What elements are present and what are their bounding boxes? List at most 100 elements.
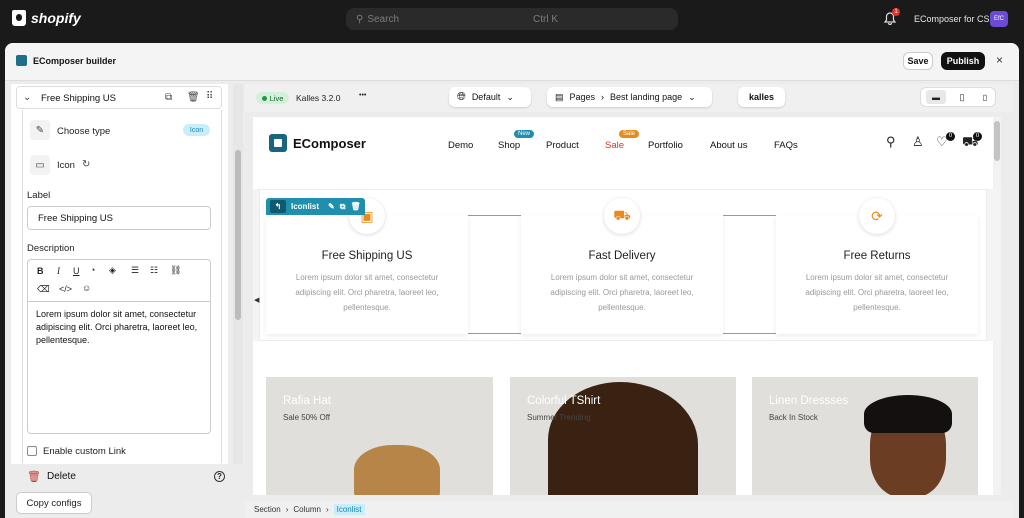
eraser-icon[interactable]: ⌫ <box>37 284 50 295</box>
live-dot-icon <box>261 95 267 101</box>
scrollbar-thumb[interactable] <box>994 121 1000 161</box>
product-banner[interactable]: Linen Dressses Back In Stock <box>752 377 978 495</box>
shopify-bag-icon <box>12 10 26 26</box>
code-icon[interactable]: </> <box>59 284 72 294</box>
search-shortcut: Ctrl K <box>533 13 558 25</box>
avatar[interactable]: EfC <box>990 11 1008 27</box>
bold-icon[interactable]: B <box>37 266 44 276</box>
publish-button[interactable]: Publish <box>941 52 985 70</box>
element-toolbar[interactable]: ↰ Iconlist ✎ ⧉ 🗑 <box>266 198 365 215</box>
link-icon[interactable]: ⛓ <box>170 265 181 276</box>
duplicate-icon[interactable]: ⧉ <box>165 92 172 103</box>
item-title: Free Shipping US <box>41 93 116 104</box>
tablet-icon[interactable]: ▯ <box>952 90 972 104</box>
model-hair <box>864 395 952 433</box>
search-icon: ⚲ <box>356 13 364 25</box>
fill-color-icon[interactable]: ◈ <box>109 265 116 276</box>
item-description: Lorem ipsum dolor sit amet, consectetur … <box>805 273 949 312</box>
chevron-down-icon[interactable]: ⌄ <box>23 92 31 103</box>
drag-handle-icon[interactable]: ⠿ <box>206 91 213 102</box>
breadcrumb-item[interactable]: Column <box>293 505 321 514</box>
banner-title: Rafia Hat <box>283 395 331 407</box>
item-description: Lorem ipsum dolor sit amet, consectetur … <box>550 273 694 312</box>
banner-title: Colorful TShirt <box>527 395 601 407</box>
nav-product[interactable]: Product <box>546 140 579 151</box>
ecomposer-logo-icon <box>269 134 287 152</box>
duplicate-icon[interactable]: ⧉ <box>340 202 346 212</box>
product-banner[interactable]: Rafia Hat Sale 50% Off <box>266 377 493 495</box>
nav-sale[interactable]: Sale <box>605 140 624 151</box>
product-banner[interactable]: Colorful TShirt Summer Trending <box>510 377 736 495</box>
collapse-arrow-icon[interactable]: ◀ <box>254 296 259 304</box>
nav-demo[interactable]: Demo <box>448 140 473 151</box>
pencil-icon[interactable]: ✎ <box>328 202 335 211</box>
chevron-down-icon: ⌄ <box>506 91 514 102</box>
help-icon[interactable]: ? <box>214 471 225 482</box>
nav-shop[interactable]: Shop <box>498 140 520 151</box>
italic-icon[interactable]: I <box>57 266 60 276</box>
breadcrumb-item[interactable]: Section <box>254 505 281 514</box>
item-header[interactable]: ⌄ Free Shipping US ⧉ 🗑 ⠿ <box>16 86 222 109</box>
pencil-icon: ✎ <box>30 120 50 140</box>
cart-count: 0 <box>973 132 982 141</box>
search-icon[interactable]: ⚲ <box>886 134 896 150</box>
banner-title: Linen Dressses <box>769 395 849 407</box>
site-logo[interactable]: EComposer <box>269 134 366 152</box>
item-description: Lorem ipsum dolor sit amet, consectetur … <box>295 273 439 312</box>
store-name[interactable]: EComposer for CS <box>914 14 990 24</box>
item-title: Free Shipping US <box>321 250 413 262</box>
theme-version: Kalles 3.2.0 <box>296 93 341 103</box>
panel-scrollbar[interactable] <box>233 84 243 464</box>
description-editor[interactable]: Lorem ipsum dolor sit amet, consectetur … <box>27 302 211 434</box>
builder-title: EComposer builder <box>16 55 116 66</box>
scrollbar-thumb[interactable] <box>235 150 241 320</box>
nav-portfolio[interactable]: Portfolio <box>648 140 683 151</box>
new-badge: New <box>514 130 535 138</box>
more-icon[interactable]: ••• <box>359 92 366 99</box>
item-title: Fast Delivery <box>588 250 656 262</box>
search-bar[interactable]: ⚲ Search Ctrl K <box>346 8 678 30</box>
trash-icon[interactable]: 🗑 <box>350 202 360 211</box>
custom-link-checkbox[interactable] <box>27 446 37 456</box>
unordered-list-icon[interactable]: ☷ <box>150 265 158 276</box>
theme-logo[interactable]: kalles <box>738 87 785 107</box>
palette-icon[interactable]: ◔ <box>90 265 95 275</box>
choose-type-label: Choose type <box>57 126 111 137</box>
trash-icon[interactable]: 🗑 <box>187 92 200 103</box>
pages-dropdown[interactable]: ▤ Pages › Best landing page ⌄ <box>547 87 712 107</box>
rich-text-toolbar: B I U ◔ ◈ ☰ ☷ ⛓ ⌫ </> ☺ <box>27 259 211 302</box>
close-icon[interactable]: × <box>996 53 1003 67</box>
nav-faqs[interactable]: FAQs <box>774 140 798 151</box>
ordered-list-icon[interactable]: ☰ <box>131 265 139 276</box>
view-dropdown[interactable]: 🌐︎ Default ⌄ <box>449 87 531 107</box>
bell-icon[interactable]: 1 <box>883 8 900 26</box>
type-chip[interactable]: Icon <box>183 124 210 136</box>
globe-icon: 🌐︎ <box>457 90 466 103</box>
copy-configs-button[interactable]: Copy configs <box>16 492 92 514</box>
breadcrumb-item-current[interactable]: Iconlist <box>333 504 365 515</box>
custom-link-label: Enable custom Link <box>43 446 126 457</box>
calendar-icon[interactable]: ▭ <box>30 155 50 175</box>
save-button[interactable]: Save <box>903 52 933 70</box>
refresh-icon: ⟳ <box>859 198 895 234</box>
desktop-icon[interactable]: ▬ <box>926 90 946 104</box>
truck-icon: ⛟ <box>604 198 640 234</box>
sale-badge: Sale <box>619 130 640 138</box>
icon-label: Icon <box>57 160 75 171</box>
label-field[interactable]: Free Shipping US <box>27 206 211 230</box>
breadcrumb: Section › Column › Iconlist <box>245 501 1013 518</box>
live-badge: Live <box>256 92 289 104</box>
delete-button[interactable]: 🗑 Delete <box>27 470 76 483</box>
underline-icon[interactable]: U <box>73 266 80 276</box>
banner-subtitle: Back In Stock <box>769 413 818 422</box>
parent-icon[interactable]: ↰ <box>270 200 286 213</box>
refresh-icon[interactable]: ↻ <box>82 159 90 170</box>
description-heading: Description <box>27 243 75 254</box>
user-icon[interactable]: ♙ <box>912 134 924 150</box>
item-title: Free Returns <box>843 250 911 262</box>
trash-icon: 🗑 <box>27 471 41 483</box>
shopify-logo[interactable]: shopify <box>12 10 81 26</box>
emoji-icon[interactable]: ☺ <box>82 283 91 293</box>
mobile-icon[interactable]: ▯ <box>975 90 995 104</box>
nav-about[interactable]: About us <box>710 140 748 151</box>
